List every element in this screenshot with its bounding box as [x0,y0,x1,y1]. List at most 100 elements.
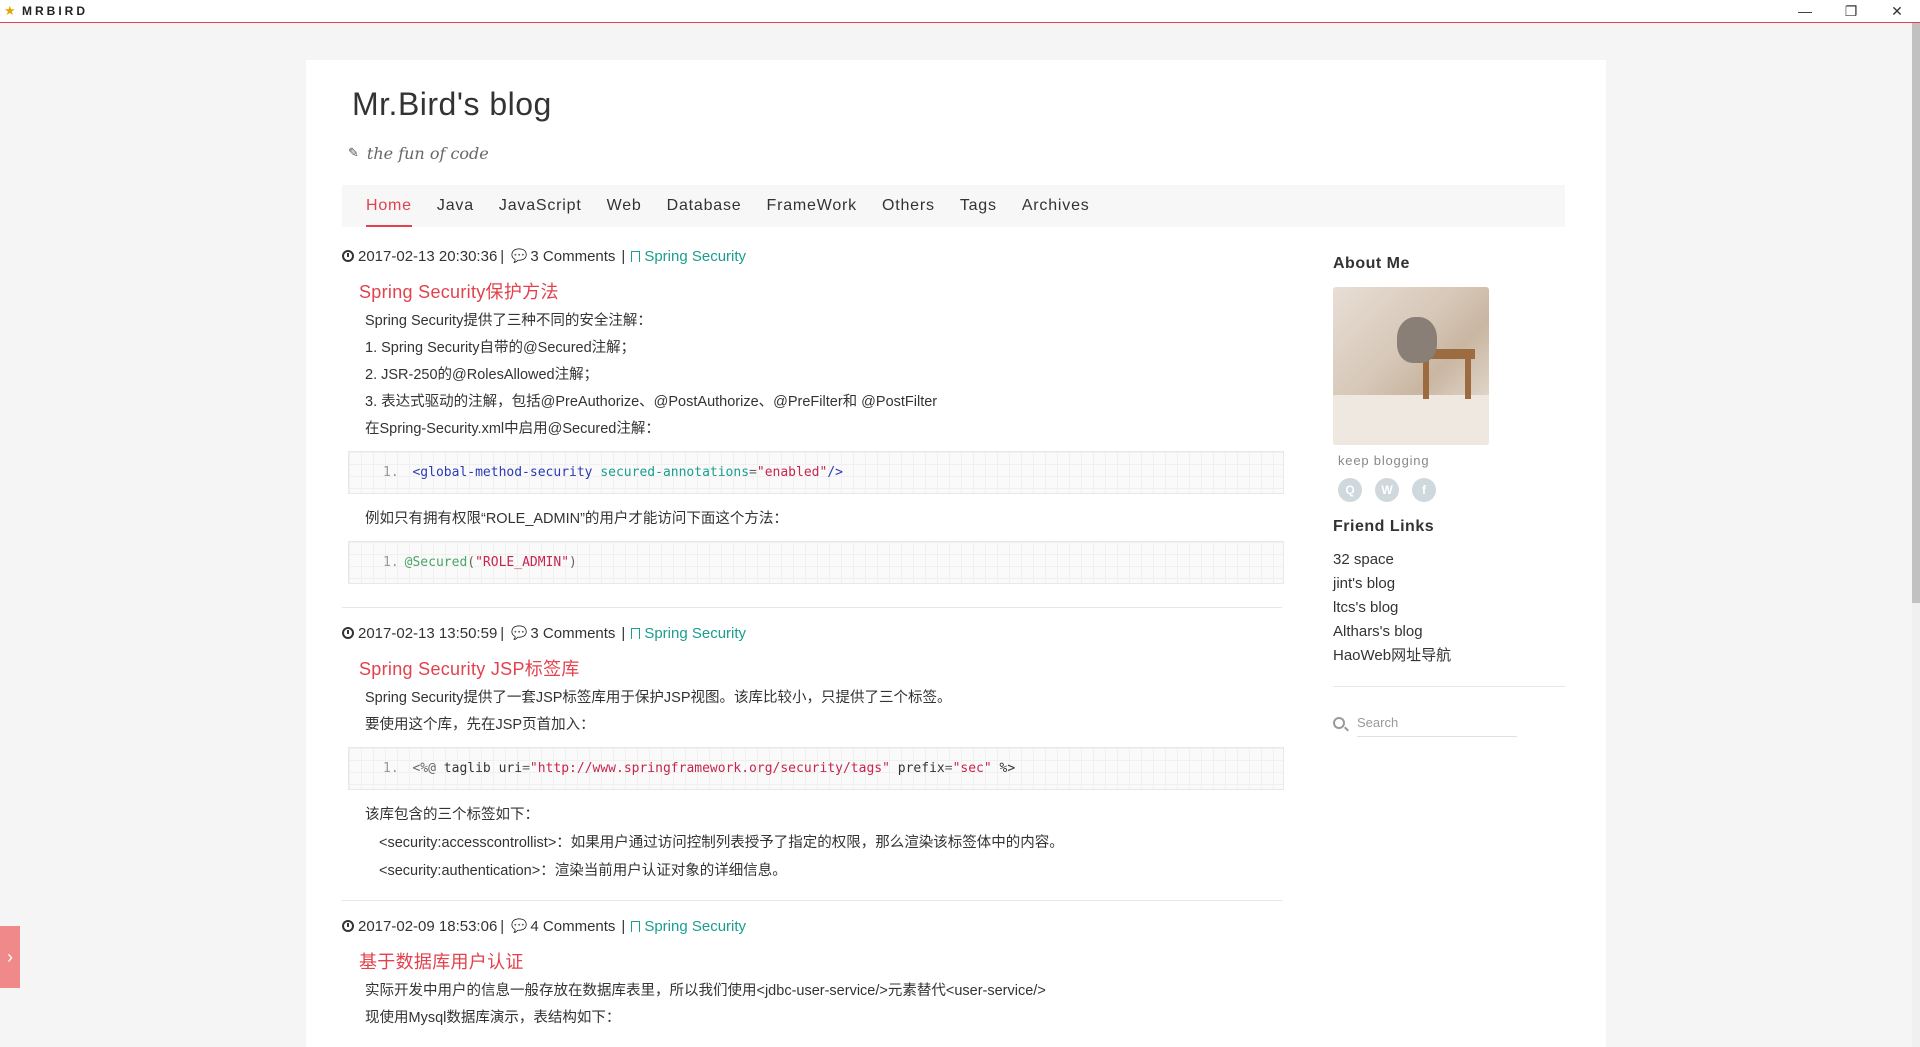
post-divider [342,900,1282,901]
post-text: 在Spring-Security.xml中启用@Secured注解： [365,421,660,437]
nav-home[interactable]: Home [366,185,412,227]
code-line-number: 1. [383,555,399,570]
search-icon[interactable] [1333,717,1345,729]
nav-tags[interactable]: Tags [960,185,997,227]
code-token: @Secured [404,555,468,570]
comments-icon: 💬 [511,625,528,640]
post-comments-link[interactable]: 3 Comments [530,248,615,265]
search-box [1333,709,1573,737]
code-token: = [522,761,530,776]
sidebar-divider [1333,686,1565,687]
code-token: <global-method-security [412,465,593,480]
code-token: %> [999,761,1016,776]
code-block: 1. @Secured("ROLE_ADMIN") [348,541,1284,584]
post-text: 3. 表达式驱动的注解，包括@PreAuthorize、@PostAuthori… [365,394,938,410]
blog-tagline: ✎ the fun of code [348,144,489,163]
post-category-link[interactable]: Spring Security [644,248,746,265]
search-input[interactable] [1357,709,1517,737]
post-category-link[interactable]: Spring Security [644,625,746,642]
main-navbar: Home Java JavaScript Web Database FrameW… [342,185,1565,227]
post-divider [342,607,1282,608]
app-name: MRBIRD [22,4,88,18]
post-meta: 2017-02-13 20:30:36 | 💬 3 Comments | Spr… [342,244,1282,268]
avatar-chair-shape [1423,359,1429,399]
code-token: "sec" [952,761,992,776]
nav-others[interactable]: Others [882,185,935,227]
nav-web[interactable]: Web [607,185,642,227]
post-1: 2017-02-13 20:30:36 | 💬 3 Comments | Spr… [342,244,1284,596]
pen-icon: ✎ [348,146,359,161]
code-token: ( [467,555,476,570]
friend-link[interactable]: 32 space [1333,548,1573,572]
code-token: "ROLE_ADMIN" [475,555,570,570]
post-date: 2017-02-13 13:50:59 [358,624,498,642]
friend-link[interactable]: jint's blog [1333,572,1573,596]
qq-icon[interactable]: Q [1338,478,1362,502]
bookmark-icon [631,920,641,932]
post-text: 现使用Mysql数据库演示，表结构如下： [365,1010,621,1026]
post-meta: 2017-02-13 13:50:59 | 💬 3 Comments | Spr… [342,621,1282,645]
nav-java[interactable]: Java [437,185,474,227]
code-token: uri [498,761,523,776]
post-text: 该库包含的三个标签如下： [365,807,539,823]
bookmark-icon [631,627,641,639]
post-comments-link[interactable]: 3 Comments [530,625,615,642]
window-titlebar: ★ MRBIRD — ❐ ✕ [0,0,1920,23]
post-text: 2. JSR-250的@RolesAllowed注解； [365,367,599,383]
avatar-bed-shape [1333,395,1489,445]
sidebar: About Me keep blogging Q W f Friend Link… [1333,255,1573,737]
meta-separator: | [621,624,626,642]
friend-link[interactable]: ltcs's blog [1333,596,1573,620]
post-2: 2017-02-13 13:50:59 | 💬 3 Comments | Spr… [342,621,1284,885]
friend-links-heading: Friend Links [1333,518,1435,535]
post-meta: 2017-02-09 18:53:06 | 💬 4 Comments | Spr… [342,914,1282,938]
nav-javascript[interactable]: JavaScript [499,185,582,227]
post-title-link[interactable]: 基于数据库用户认证 [359,948,1282,974]
facebook-icon[interactable]: f [1412,478,1436,502]
nav-framework[interactable]: FrameWork [767,185,857,227]
blog-title[interactable]: Mr.Bird's blog [352,86,552,123]
code-token: secured-annotations [600,465,750,480]
code-token: "enabled" [756,465,828,480]
meta-separator: | [500,624,505,642]
post-text: Spring Security提供了一套JSP标签库用于保护JSP视图。该库比较… [365,690,952,706]
minimize-button[interactable]: — [1782,0,1828,22]
comments-icon: 💬 [511,248,528,263]
post-comments-link[interactable]: 4 Comments [530,918,615,935]
avatar-chair-shape [1465,359,1471,399]
post-category-link[interactable]: Spring Security [644,918,746,935]
post-text: 实际开发中用户的信息一般存放在数据库表里，所以我们使用<jdbc-user-se… [365,983,1046,999]
friend-link[interactable]: HaoWeb网址导航 [1333,644,1573,668]
friend-links-list: 32 space jint's blog ltcs's blog Althars… [1333,548,1573,668]
post-text: 1. Spring Security自带的@Secured注解； [365,340,636,356]
comments-icon: 💬 [511,918,528,933]
friend-link[interactable]: Althars's blog [1333,620,1573,644]
post-3: 2017-02-09 18:53:06 | 💬 4 Comments | Spr… [342,914,1282,1032]
tagline-text: the fun of code [366,144,489,163]
clock-icon [342,920,354,932]
code-token: <%@ [412,761,436,776]
code-token: = [749,465,757,480]
about-heading: About Me [1333,255,1410,272]
post-text: 要使用这个库，先在JSP页首加入： [365,717,595,733]
post-text: 例如只有拥有权限“ROLE_ADMIN”的用户才能访问下面这个方法： [365,511,788,527]
post-date: 2017-02-13 20:30:36 [358,247,498,265]
page-scrollbar[interactable] [1912,23,1920,1047]
post-title-link[interactable]: Spring Security JSP标签库 [359,655,1282,681]
close-button[interactable]: ✕ [1874,0,1920,22]
nav-archives[interactable]: Archives [1022,185,1090,227]
post-date: 2017-02-09 18:53:06 [358,917,498,935]
avatar [1333,287,1489,445]
code-line-number: 1. [383,761,399,776]
code-token: taglib [443,761,491,776]
scrollbar-thumb[interactable] [1912,23,1920,603]
sidebar-toggle-button[interactable]: › [0,926,20,988]
weibo-icon[interactable]: W [1375,478,1399,502]
restore-button[interactable]: ❐ [1828,0,1874,22]
nav-database[interactable]: Database [667,185,742,227]
post-title-link[interactable]: Spring Security保护方法 [359,278,1282,304]
meta-separator: | [500,247,505,265]
window-controls: — ❐ ✕ [1782,0,1920,22]
code-token: ) [569,555,577,570]
code-line-number: 1. [383,465,399,480]
